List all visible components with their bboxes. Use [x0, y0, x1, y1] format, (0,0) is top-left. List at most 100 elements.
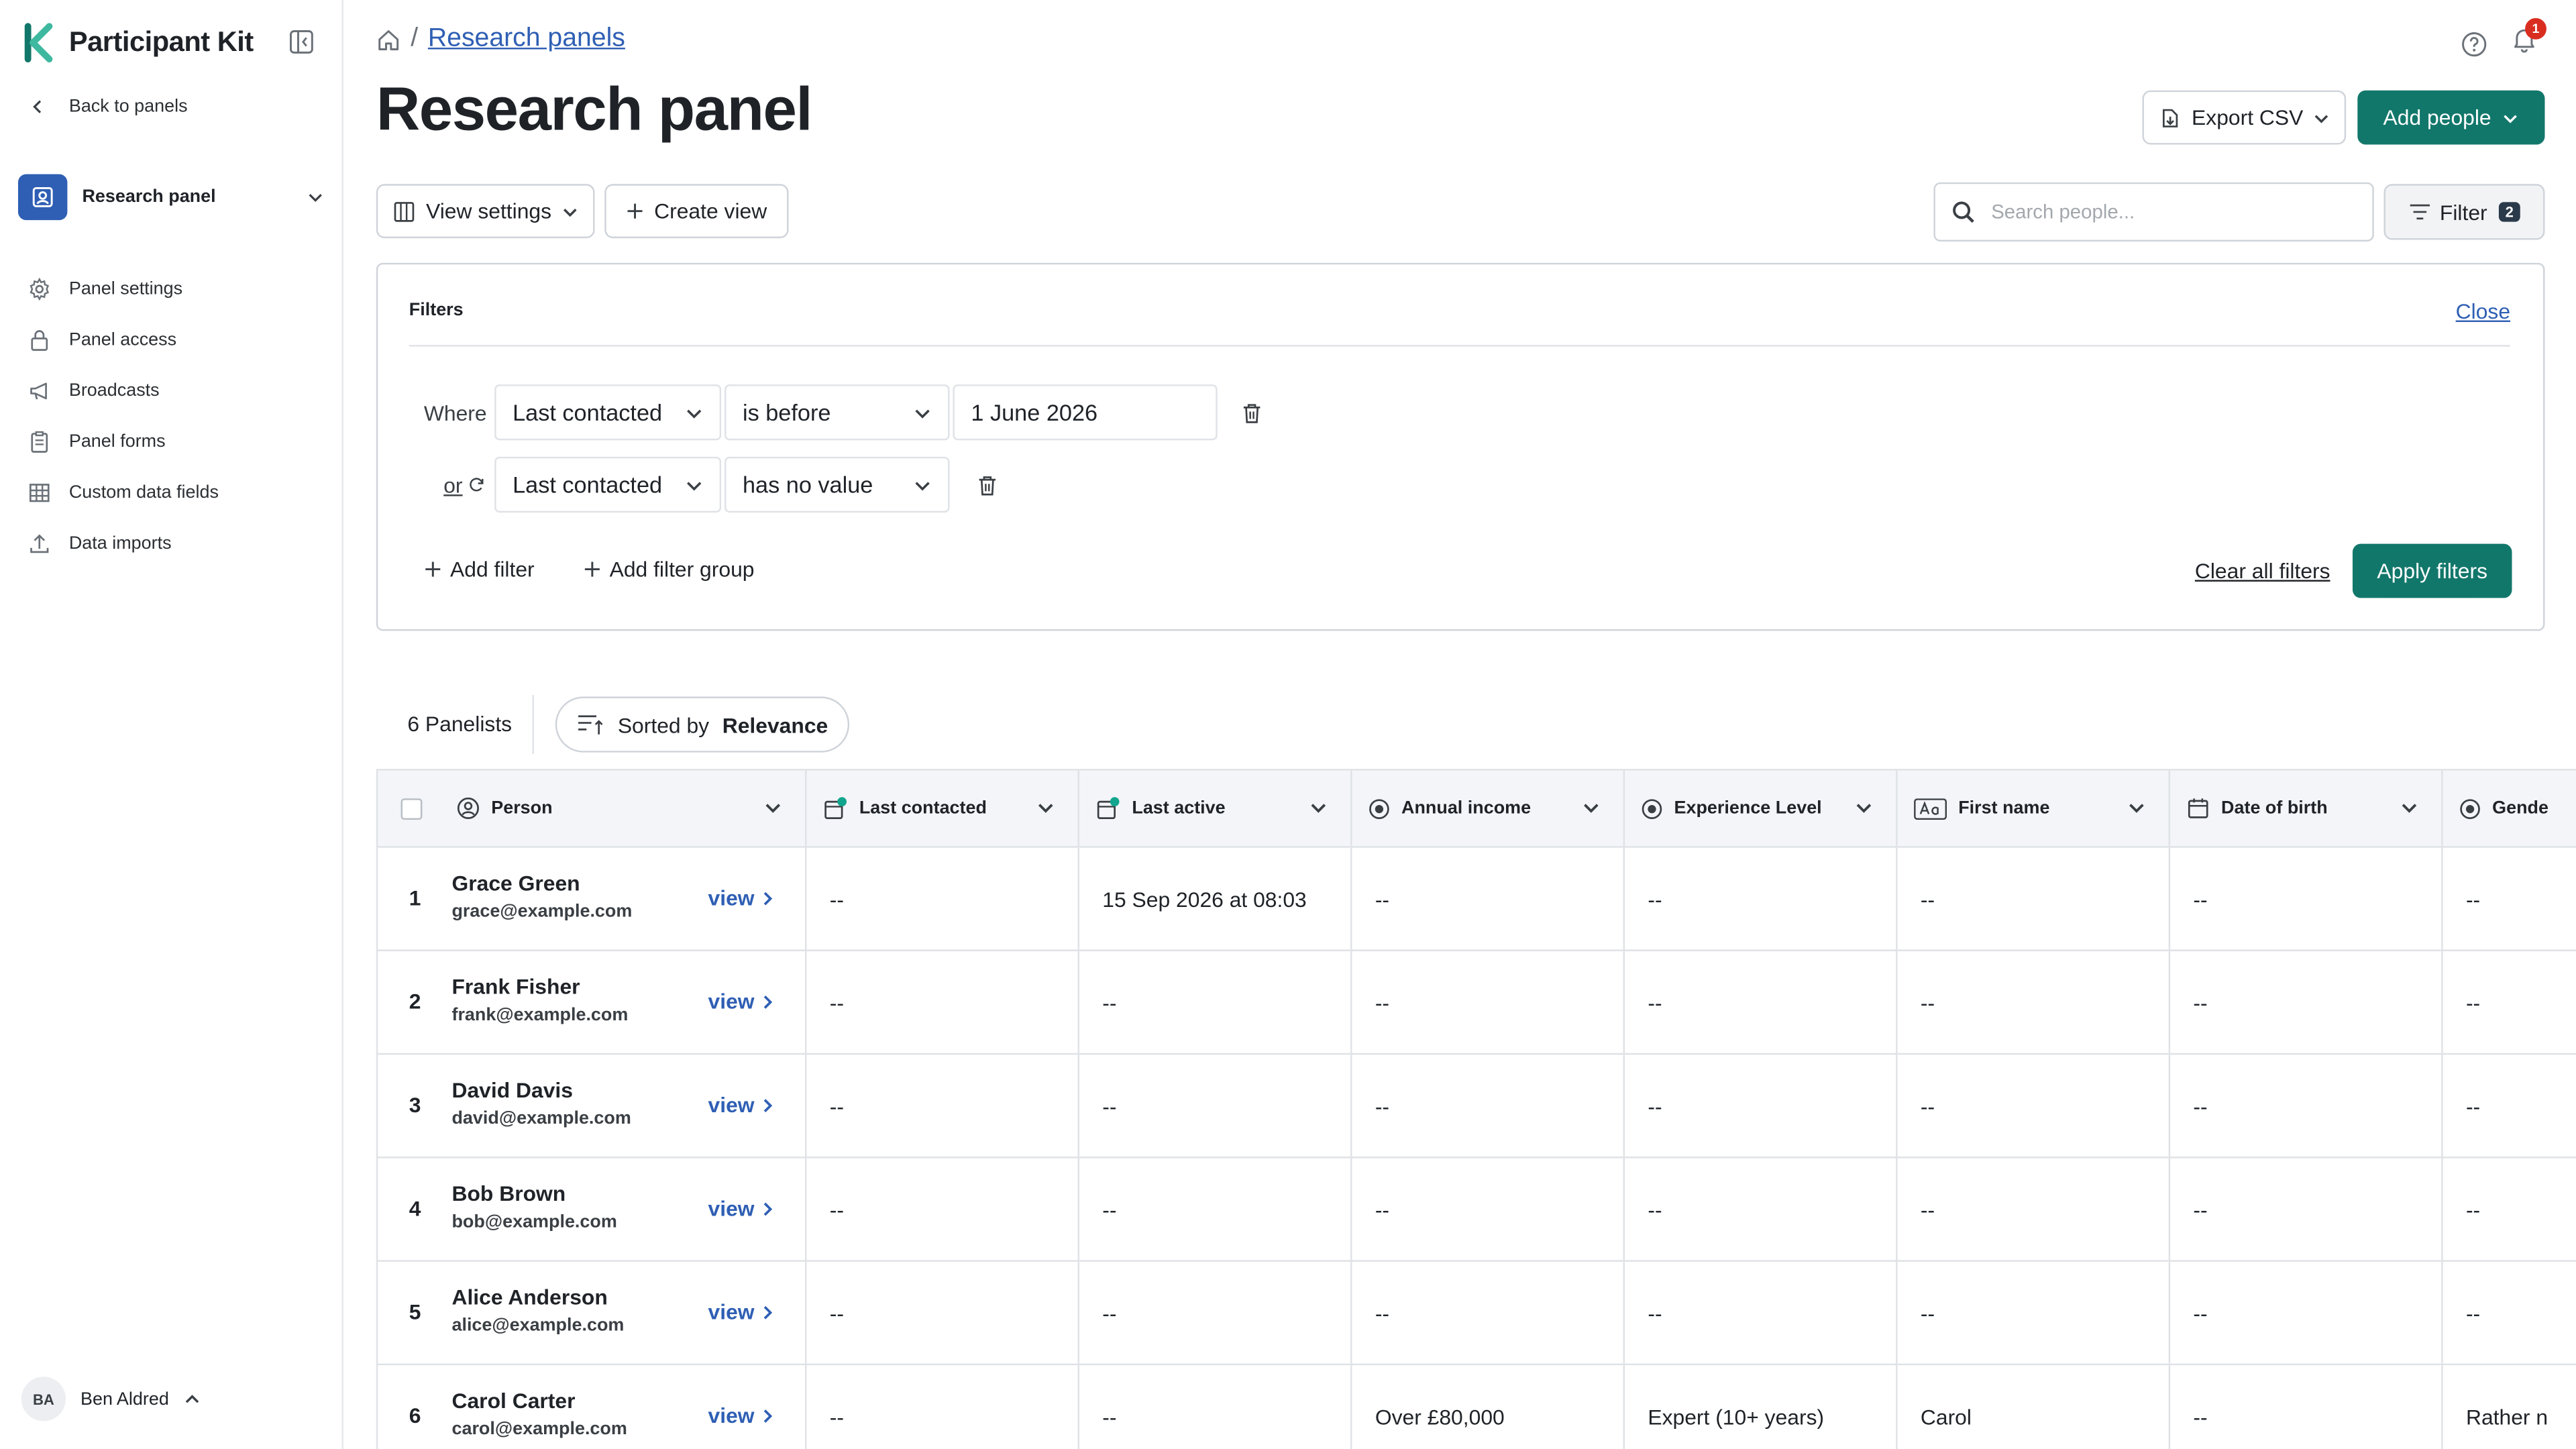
- delete-filter-button[interactable]: [1240, 401, 1263, 424]
- view-label: view: [708, 885, 755, 910]
- view-label: view: [708, 989, 755, 1014]
- last-active-cell: --: [1079, 1365, 1352, 1449]
- search-box[interactable]: [1933, 182, 2374, 242]
- column-header-last-contacted[interactable]: Last contacted: [806, 770, 1079, 847]
- column-header-experience-level[interactable]: Experience Level: [1625, 770, 1898, 847]
- page-title: Research panel: [376, 75, 813, 144]
- view-settings-button[interactable]: View settings: [376, 184, 595, 239]
- column-header-last-active[interactable]: Last active: [1079, 770, 1352, 847]
- chevron-right-icon: [764, 1305, 773, 1319]
- person-cell: 4 Bob Brown bob@example.com view: [378, 1158, 807, 1260]
- search-input[interactable]: [1991, 200, 2353, 224]
- last-active-cell: --: [1079, 1261, 1352, 1364]
- row-number: 1: [409, 885, 421, 910]
- trash-icon: [1243, 403, 1260, 423]
- sort-button[interactable]: Sorted by Relevance: [555, 696, 850, 753]
- last-active-cell: --: [1079, 1055, 1352, 1157]
- apply-filters-button[interactable]: Apply filters: [2352, 543, 2512, 598]
- radio-icon: [1642, 798, 1662, 818]
- notifications-button[interactable]: 1: [2512, 17, 2546, 60]
- top-icons: 1: [2461, 17, 2546, 60]
- sidebar-item-panel-access[interactable]: Panel access: [28, 314, 219, 365]
- user-circle-icon: [457, 797, 480, 819]
- table-row[interactable]: 2 Frank Fisher frank@example.com view --…: [376, 951, 2576, 1055]
- filter-field-value: Last contacted: [513, 471, 663, 498]
- clear-all-filters-link[interactable]: Clear all filters: [2195, 559, 2330, 584]
- delete-filter-button[interactable]: [976, 473, 999, 496]
- filter-lines-icon: [2410, 204, 2430, 220]
- filter-operator-select[interactable]: is before: [724, 384, 950, 441]
- chevron-right-icon: [764, 1201, 773, 1216]
- view-person-link[interactable]: view: [708, 885, 774, 910]
- sidebar-nav: Panel settings Panel access Broadcasts P…: [28, 263, 219, 569]
- brand[interactable]: Participant Kit: [23, 21, 254, 64]
- text-field-icon: [1914, 797, 1947, 819]
- select-all-checkbox[interactable]: [400, 797, 423, 819]
- view-person-link[interactable]: view: [708, 1403, 774, 1428]
- column-header-date-of-birth[interactable]: Date of birth: [2170, 770, 2443, 847]
- home-icon[interactable]: [376, 27, 401, 52]
- column-header-gender[interactable]: Gende: [2443, 771, 2576, 847]
- sidebar-item-panel-forms[interactable]: Panel forms: [28, 416, 219, 467]
- person-cell: 3 David Davis david@example.com view: [378, 1055, 807, 1157]
- person-cell: 1 Grace Green grace@example.com view: [378, 847, 807, 950]
- last-contacted-cell: --: [806, 1261, 1079, 1364]
- table-row[interactable]: 5 Alice Anderson alice@example.com view …: [376, 1261, 2576, 1366]
- sidebar-item-broadcasts[interactable]: Broadcasts: [28, 365, 219, 416]
- date-field-icon: [2187, 797, 2210, 820]
- calendar-auto-icon: [823, 796, 848, 821]
- radio-field-icon: [1368, 798, 1390, 819]
- calendar-auto-icon: [1095, 796, 1120, 821]
- filter-button[interactable]: Filter 2: [2383, 184, 2545, 240]
- table-row[interactable]: 4 Bob Brown bob@example.com view -- -- -…: [376, 1158, 2576, 1262]
- last-contacted-cell: --: [806, 1158, 1079, 1260]
- column-header-first-name[interactable]: First name: [1898, 770, 2171, 847]
- add-filter-group-button[interactable]: Add filter group: [583, 557, 755, 582]
- export-csv-button[interactable]: Export CSV: [2142, 90, 2347, 145]
- close-filters-link[interactable]: Close: [2456, 299, 2510, 324]
- help-icon[interactable]: [2461, 30, 2487, 56]
- table-row[interactable]: 3 David Davis david@example.com view -- …: [376, 1055, 2576, 1159]
- view-settings-label: View settings: [426, 199, 552, 224]
- filter-operator-value: is before: [742, 399, 831, 426]
- lock-icon: [31, 329, 48, 350]
- filters-panel: Filters Close Where Last contacted is be…: [376, 262, 2545, 631]
- panel-switcher[interactable]: Research panel: [17, 174, 324, 221]
- sidebar-item-custom-data-fields[interactable]: Custom data fields: [28, 467, 219, 518]
- back-to-panels-link[interactable]: Back to panels: [30, 97, 188, 117]
- gear-icon: [30, 276, 50, 300]
- column-label: Last active: [1132, 798, 1226, 818]
- add-filter-button[interactable]: Add filter: [424, 557, 535, 582]
- view-person-link[interactable]: view: [708, 1093, 774, 1117]
- or-toggle[interactable]: or: [443, 472, 484, 497]
- chevron-down-icon: [687, 481, 702, 490]
- filter-field-select[interactable]: Last contacted: [494, 384, 722, 441]
- filter-label: Filter: [2439, 199, 2487, 225]
- view-person-link[interactable]: view: [708, 1196, 774, 1221]
- view-person-link[interactable]: view: [708, 989, 774, 1014]
- view-person-link[interactable]: view: [708, 1299, 774, 1324]
- person-cell: 2 Frank Fisher frank@example.com view: [378, 951, 807, 1053]
- column-header-annual-income[interactable]: Annual income: [1352, 770, 1625, 847]
- table-row[interactable]: 6 Carol Carter carol@example.com view --…: [376, 1365, 2576, 1449]
- filter-date-value: 1 June 2026: [971, 399, 1098, 426]
- filter-operator-select[interactable]: has no value: [724, 456, 950, 513]
- megaphone-icon: [30, 382, 47, 399]
- sidebar-item-panel-settings[interactable]: Panel settings: [28, 263, 219, 314]
- date-of-birth-cell: --: [2170, 951, 2443, 1053]
- create-view-button[interactable]: Create view: [604, 184, 789, 239]
- filter-date-input[interactable]: 1 June 2026: [953, 384, 1218, 441]
- collapse-sidebar-button[interactable]: [288, 28, 316, 56]
- filter-field-select[interactable]: Last contacted: [494, 456, 722, 513]
- breadcrumb-research-panels-link[interactable]: Research panels: [428, 25, 625, 54]
- or-label: or: [443, 472, 463, 497]
- chevron-down-icon: [309, 194, 322, 203]
- annual-income-cell: --: [1352, 951, 1625, 1053]
- sidebar-item-data-imports[interactable]: Data imports: [28, 517, 219, 568]
- column-header-person[interactable]: Person: [378, 770, 807, 847]
- chevron-down-icon: [1038, 804, 1053, 813]
- user-menu[interactable]: BA Ben Aldred: [21, 1377, 201, 1421]
- table-row[interactable]: 1 Grace Green grace@example.com view -- …: [376, 847, 2576, 951]
- add-people-button[interactable]: Add people: [2357, 90, 2545, 145]
- filter-row: or Last contacted has no value: [378, 456, 2543, 513]
